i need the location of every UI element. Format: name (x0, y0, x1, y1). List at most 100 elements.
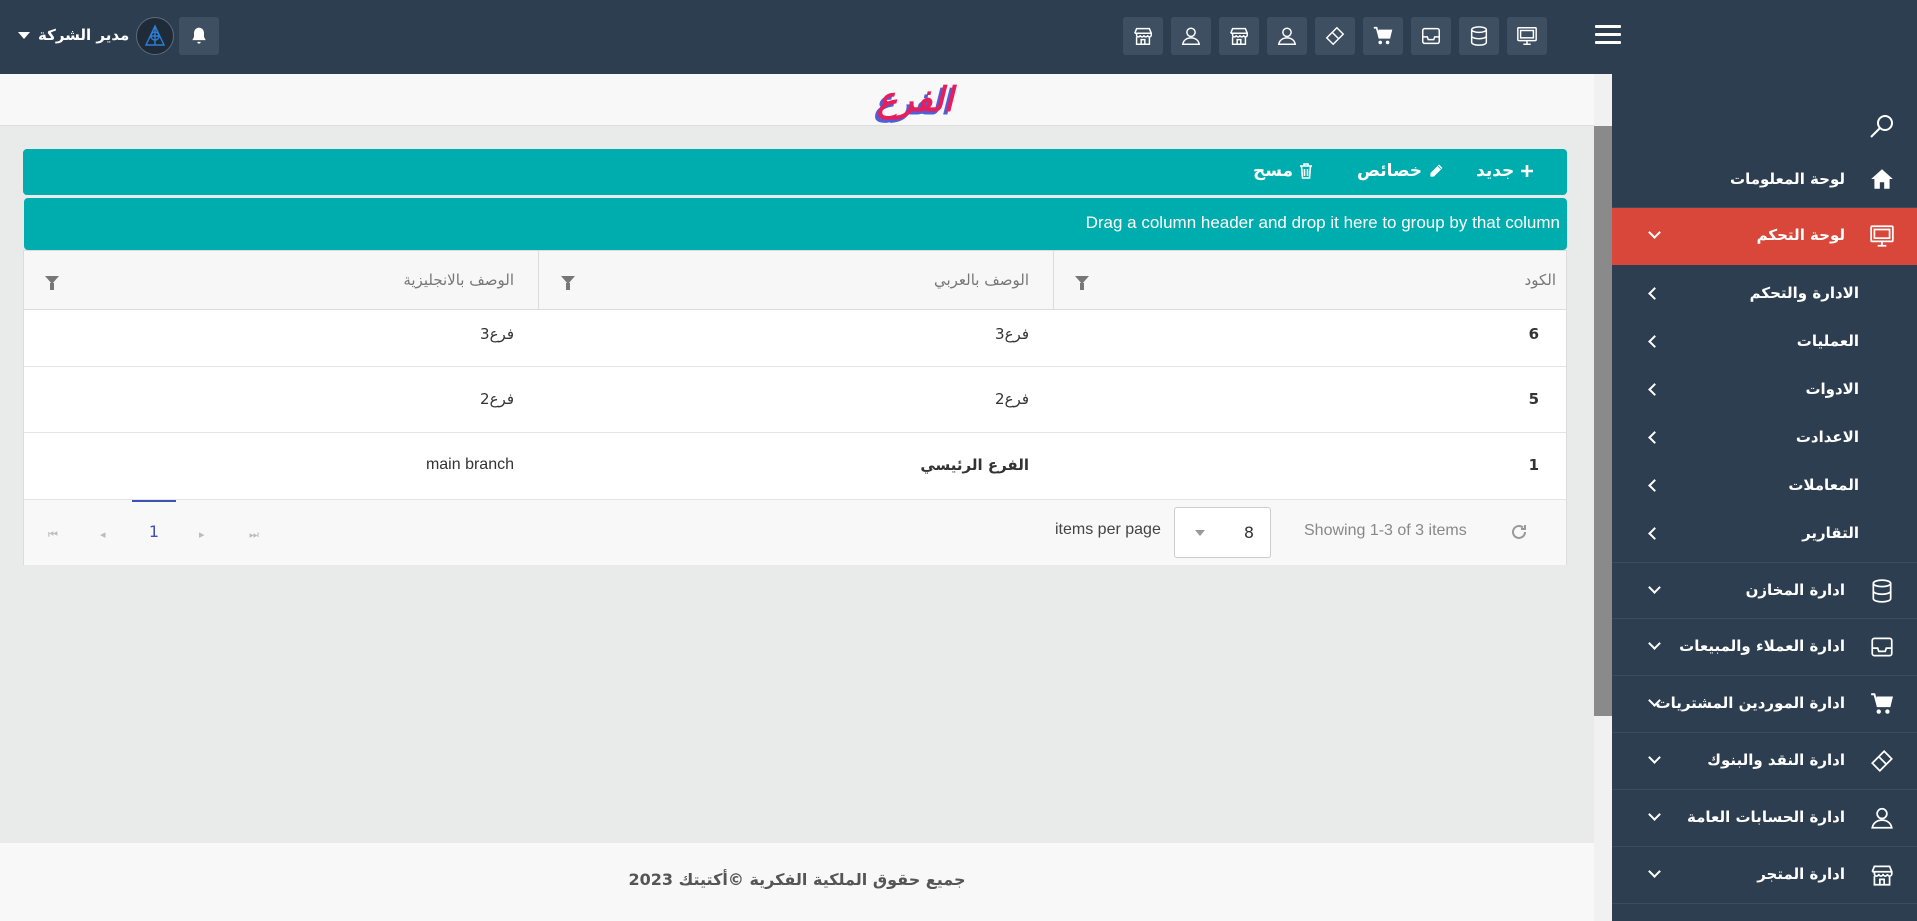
toolbar-properties-label: خصائص (1357, 161, 1422, 181)
sidebar-item-customers-sales[interactable]: ادارة العملاء والمبيعات (1612, 619, 1917, 676)
pencil-icon (1429, 163, 1444, 178)
grid-toolbar: جديد خصائص مسح (23, 149, 1567, 195)
sidebar-item-label: ادارة الحسابات العامة (1687, 808, 1845, 826)
table-row[interactable]: 5 فرع2 فرع2 (24, 367, 1566, 433)
user-icon[interactable] (1171, 17, 1211, 55)
user-menu[interactable]: مدير الشركة (18, 22, 129, 48)
sidebar-subitem-label: المعاملات (1788, 476, 1859, 494)
sidebar-subitem-transactions[interactable]: المعاملات (1612, 466, 1917, 506)
group-hint: Drag a column header and drop it here to… (1085, 213, 1560, 232)
inbox-icon[interactable] (1411, 17, 1451, 55)
cell-code: 1 (1528, 456, 1539, 474)
user-icon[interactable] (1267, 17, 1307, 55)
cell-arabic: فرع2 (995, 390, 1029, 408)
sidebar-item-store[interactable]: ادارة المتجر (1612, 847, 1917, 904)
next-page-icon[interactable]: ▸ (199, 528, 205, 541)
items-per-page-value: 8 (1243, 523, 1254, 542)
cart-icon[interactable] (1363, 17, 1403, 55)
cell-arabic: الفرع الرئيسي (920, 456, 1029, 474)
table-row[interactable]: 6 فرع3 فرع3 (24, 310, 1566, 367)
sidebar-subitem-reports[interactable]: التقارير (1612, 514, 1917, 554)
filter-icon[interactable] (45, 276, 59, 290)
chevron-down-icon (1648, 751, 1661, 764)
chevron-down-icon (1648, 581, 1661, 594)
sidebar-item-control-panel[interactable]: لوحة التحكم (1612, 208, 1917, 265)
sidebar-subitem-label: العمليات (1796, 332, 1859, 350)
column-header-arabic[interactable]: الوصف بالعربي (934, 271, 1029, 289)
ticket-icon[interactable] (1315, 17, 1355, 55)
sidebar-subitem-tools[interactable]: الادوات (1612, 370, 1917, 410)
store-icon (1871, 865, 1893, 886)
last-page-icon[interactable]: ⏭ (249, 528, 259, 542)
cell-arabic: فرع3 (995, 325, 1029, 343)
sidebar-subitem-label: الادوات (1805, 380, 1859, 398)
chevron-left-icon (1648, 527, 1661, 540)
inbox-icon (1871, 637, 1893, 657)
sidebar-item-label: لوحة التحكم (1756, 226, 1845, 244)
sidebar-item-label: ادارة المخازن (1745, 581, 1845, 599)
monitor-icon[interactable] (1507, 17, 1547, 55)
store-icon[interactable] (1219, 17, 1259, 55)
pager-info: Showing 1-3 of 3 items (1304, 522, 1467, 539)
sidebar: لوحة المعلومات لوحة التحكم الادارة والتح… (1612, 74, 1917, 921)
chevron-down-icon (18, 31, 30, 39)
database-icon[interactable] (1459, 17, 1499, 55)
plus-icon (1521, 165, 1534, 177)
grid-header: الكود الوصف بالعربي الوصف بالانجليزية (24, 251, 1566, 310)
delete-button[interactable]: مسح (1253, 161, 1313, 181)
sidebar-subitem-label: الادارة والتحكم (1749, 284, 1859, 302)
sidebar-item-warehouses[interactable]: ادارة المخازن (1612, 562, 1917, 619)
sidebar-item-cash-banks[interactable]: ادارة النقد والبنوك (1612, 733, 1917, 790)
user-name: مدير الشركة (38, 26, 130, 44)
chevron-down-icon (1195, 530, 1205, 536)
top-bar: مدير الشركة (0, 0, 1917, 74)
ticket-icon (1871, 750, 1893, 772)
cell-code: 5 (1528, 390, 1539, 408)
chevron-left-icon (1648, 479, 1661, 492)
store-icon[interactable] (1123, 17, 1163, 55)
items-per-page-label: items per page (1055, 521, 1161, 538)
home-icon (1871, 169, 1893, 189)
user-icon (1871, 807, 1893, 829)
refresh-icon[interactable] (1509, 522, 1529, 542)
new-button[interactable]: جديد (1476, 161, 1534, 181)
first-page-icon[interactable]: ⏮ (48, 528, 58, 542)
table-row[interactable]: 1 الفرع الرئيسي main branch (24, 433, 1566, 499)
sidebar-item-label: ادارة النقد والبنوك (1707, 751, 1845, 769)
prev-page-icon[interactable]: ◂ (100, 528, 106, 541)
filter-icon[interactable] (561, 276, 575, 290)
grid-pager: ⏮ ◂ 1 ▸ ⏭ items per page 8 Showing 1-3 o… (24, 499, 1566, 565)
sidebar-item-dashboard[interactable]: لوحة المعلومات (1612, 152, 1917, 208)
sidebar-item-suppliers-purchases[interactable]: ادارة الموردين المشتريات (1612, 676, 1917, 733)
notification-bell-icon[interactable] (179, 17, 219, 55)
sidebar-item-general-accounts[interactable]: ادارة الحسابات العامة (1612, 790, 1917, 847)
column-header-english[interactable]: الوصف بالانجليزية (403, 271, 514, 289)
cell-english: فرع3 (480, 325, 514, 343)
title-band (0, 74, 1594, 126)
cell-code: 6 (1528, 325, 1539, 343)
hamburger-menu-icon[interactable] (1595, 25, 1621, 47)
sidebar-subitem-operations[interactable]: العمليات (1612, 322, 1917, 362)
filter-icon[interactable] (1075, 276, 1089, 290)
column-header-code[interactable]: الكود (1525, 271, 1556, 289)
properties-button[interactable]: خصائص (1357, 161, 1444, 181)
sidebar-item-label: ادارة الموردين المشتريات (1655, 694, 1846, 712)
scrollbar-thumb[interactable] (1594, 126, 1612, 716)
avatar[interactable] (136, 17, 174, 55)
chevron-down-icon (1648, 865, 1661, 878)
chevron-down-icon (1648, 808, 1661, 821)
group-drop-area[interactable]: Drag a column header and drop it here to… (24, 198, 1567, 250)
trash-icon (1300, 163, 1313, 179)
monitor-icon (1870, 225, 1894, 247)
items-per-page-select[interactable]: 8 (1174, 507, 1271, 558)
page-title: الفرع (876, 80, 954, 120)
chevron-left-icon (1648, 335, 1661, 348)
sidebar-subitem-settings[interactable]: الاعدادت (1612, 418, 1917, 458)
branch-grid: الكود الوصف بالعربي الوصف بالانجليزية 6 … (23, 250, 1567, 565)
scrollbar[interactable] (1594, 74, 1612, 921)
sidebar-item-label: ادارة المتجر (1757, 865, 1845, 883)
search-icon[interactable] (1868, 112, 1896, 140)
sidebar-subitem-admin[interactable]: الادارة والتحكم (1612, 274, 1917, 314)
cell-english: main branch (425, 456, 514, 473)
page-number[interactable]: 1 (132, 500, 176, 566)
